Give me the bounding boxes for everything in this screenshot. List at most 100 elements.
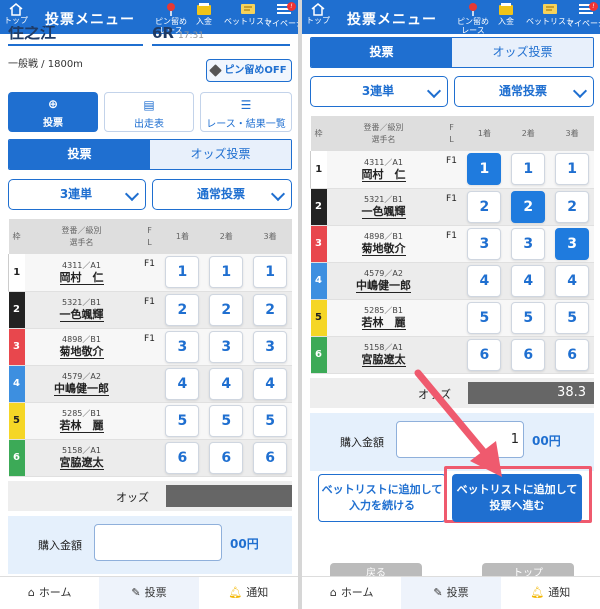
- tab-vote[interactable]: 投票: [311, 38, 452, 67]
- deposit-button[interactable]: 入金: [498, 2, 514, 26]
- pick-2nd-4[interactable]: 4: [511, 264, 546, 297]
- home-button[interactable]: トップ: [4, 3, 28, 25]
- pick-1st-2[interactable]: 2: [165, 293, 200, 326]
- plus-circle-icon: ⊕: [47, 97, 59, 111]
- wallet-icon: [498, 2, 514, 16]
- stage-name[interactable]: 住之江: [8, 26, 143, 46]
- racer-name-link[interactable]: 若林 麗: [59, 419, 104, 433]
- table-row: 1 4311／A1 岡村 仁 F1 1 1 1: [8, 254, 292, 292]
- pick-2nd-1[interactable]: 1: [209, 256, 244, 289]
- racer-name-link[interactable]: 若林 麗: [361, 316, 406, 330]
- pick-3rd-6[interactable]: 6: [555, 338, 590, 371]
- nav-notify[interactable]: 🔔︎ 通知: [501, 577, 600, 609]
- pick-1st-5[interactable]: 5: [467, 301, 502, 334]
- pick-2nd-5[interactable]: 5: [209, 404, 244, 437]
- racer-name-link[interactable]: 岡村 仁: [59, 271, 104, 285]
- nav-notify[interactable]: 🔔︎ 通知: [199, 577, 298, 609]
- menu-race-results[interactable]: ☰ レース・結果一覧: [200, 92, 292, 132]
- bet-type-select[interactable]: 3連単: [310, 76, 448, 107]
- odds-value: [166, 485, 292, 507]
- right-panel: トップ 投票メニュー ピン留めレース 入金 ベットリスト ! マイページ 投票 …: [302, 0, 600, 609]
- pin-off-button[interactable]: ピン留めOFF: [206, 59, 292, 82]
- header: トップ 投票メニュー ピン留めレース 入金 ベットリスト ! マイページ: [302, 0, 600, 35]
- race-info: 一般戦 / 1800m: [8, 59, 83, 70]
- pick-3rd-5[interactable]: 5: [555, 301, 590, 334]
- table-row: 2 5321／B1 一色颯輝 F1 2 2 2: [8, 291, 292, 329]
- hamburger-icon: !: [276, 2, 296, 18]
- pick-2nd-1[interactable]: 1: [511, 153, 546, 186]
- pick-1st-2[interactable]: 2: [467, 190, 502, 223]
- racer-name-link[interactable]: 一色颯輝: [361, 205, 406, 219]
- pick-1st-5[interactable]: 5: [165, 404, 200, 437]
- racer-name-link[interactable]: 中嶋健一郎: [54, 382, 109, 396]
- pick-3rd-6[interactable]: 6: [253, 441, 288, 474]
- wallet-icon: [196, 2, 212, 16]
- pick-2nd-6[interactable]: 6: [209, 441, 244, 474]
- pick-1st-3[interactable]: 3: [467, 227, 502, 260]
- pick-3rd-4[interactable]: 4: [555, 264, 590, 297]
- pick-2nd-4[interactable]: 4: [209, 367, 244, 400]
- pick-2nd-3[interactable]: 3: [511, 227, 546, 260]
- entry-table: 枠 登番／級別 選手名 FL 1着 2着 3着 1 4311／A1 岡村 仁 F1 1 1 1…: [8, 219, 292, 477]
- tab-odds-vote[interactable]: オッズ投票: [150, 140, 291, 169]
- table-row: 4 4579／A2 中嶋健一郎 4 4 4: [8, 365, 292, 403]
- table-row: 6 5158／A1 宮脇遼太 6 6 6: [8, 439, 292, 477]
- pick-1st-4[interactable]: 4: [467, 264, 502, 297]
- pick-3rd-3-selected[interactable]: 3: [555, 227, 590, 260]
- mypage-button[interactable]: ! マイページ: [566, 2, 600, 28]
- racer-name-link[interactable]: 岡村 仁: [361, 168, 406, 182]
- pick-1st-1-selected[interactable]: 1: [467, 153, 502, 186]
- pick-2nd-2-selected[interactable]: 2: [511, 190, 546, 223]
- pushpin-icon: [163, 2, 179, 16]
- pick-3rd-1[interactable]: 1: [253, 256, 288, 289]
- bottom-nav: ⌂ ホーム ✎ 投票 🔔︎ 通知: [302, 576, 600, 609]
- mypage-button[interactable]: ! マイページ: [264, 2, 298, 28]
- table-row: 3 4898／B1 菊地敬介 F1 3 3 3: [8, 328, 292, 366]
- pick-3rd-3[interactable]: 3: [253, 330, 288, 363]
- tab-vote[interactable]: 投票: [9, 140, 150, 169]
- pick-3rd-2[interactable]: 2: [555, 190, 590, 223]
- pick-1st-4[interactable]: 4: [165, 367, 200, 400]
- vote-method-select[interactable]: 通常投票: [454, 76, 594, 107]
- entry-table: 枠 登番／級別 選手名 FL 1着 2着 3着 1 4311／A1 岡村 仁 F1 1 1 1…: [310, 116, 594, 374]
- racer-name-link[interactable]: 一色颯輝: [59, 308, 104, 322]
- racer-name-link[interactable]: 菊地敬介: [59, 345, 104, 359]
- racer-name-link[interactable]: 菊地敬介: [361, 242, 406, 256]
- house-icon: ⌂: [27, 586, 35, 599]
- table-row: 1 4311／A1 岡村 仁 F1 1 1 1: [310, 151, 594, 189]
- pick-3rd-5[interactable]: 5: [253, 404, 288, 437]
- nav-vote[interactable]: ✎ 投票: [401, 577, 501, 609]
- nav-vote[interactable]: ✎ 投票: [99, 577, 199, 609]
- tab-odds-vote[interactable]: オッズ投票: [452, 38, 593, 67]
- pushpin-icon: [465, 2, 481, 16]
- racer-name-link[interactable]: 中嶋健一郎: [356, 279, 411, 293]
- pick-2nd-2[interactable]: 2: [209, 293, 244, 326]
- menu-vote[interactable]: ⊕ 投票: [8, 92, 98, 132]
- bell-icon: 🔔︎: [530, 586, 545, 599]
- table-header: 枠 登番／級別 選手名 FL 1着 2着 3着: [310, 116, 594, 151]
- pin-race-button[interactable]: ピン留め レース: [457, 2, 489, 35]
- pick-1st-1[interactable]: 1: [165, 256, 200, 289]
- bet-type-select[interactable]: 3連単: [8, 179, 146, 210]
- pen-icon: ✎: [433, 586, 443, 599]
- race-number[interactable]: 6R 17:31: [152, 26, 290, 46]
- document-icon: ▤: [143, 98, 155, 112]
- nav-home[interactable]: ⌂ ホーム: [302, 577, 401, 609]
- pick-3rd-4[interactable]: 4: [253, 367, 288, 400]
- pick-2nd-3[interactable]: 3: [209, 330, 244, 363]
- pick-1st-6[interactable]: 6: [165, 441, 200, 474]
- pick-3rd-2[interactable]: 2: [253, 293, 288, 326]
- pick-1st-3[interactable]: 3: [165, 330, 200, 363]
- racer-name-link[interactable]: 宮脇遼太: [59, 456, 104, 470]
- deposit-button[interactable]: 入金: [196, 2, 212, 26]
- racer-name-link[interactable]: 宮脇遼太: [361, 353, 406, 367]
- pick-2nd-5[interactable]: 5: [511, 301, 546, 334]
- table-row: 2 5321／B1 一色颯輝 F1 2 2 2: [310, 188, 594, 226]
- vote-method-select[interactable]: 通常投票: [152, 179, 292, 210]
- nav-home[interactable]: ⌂ ホーム: [0, 577, 99, 609]
- home-button[interactable]: トップ: [306, 3, 330, 25]
- hamburger-icon: !: [578, 2, 598, 18]
- amount-input[interactable]: [94, 524, 222, 561]
- pick-3rd-1[interactable]: 1: [555, 153, 590, 186]
- menu-entry-list[interactable]: ▤ 出走表: [104, 92, 194, 132]
